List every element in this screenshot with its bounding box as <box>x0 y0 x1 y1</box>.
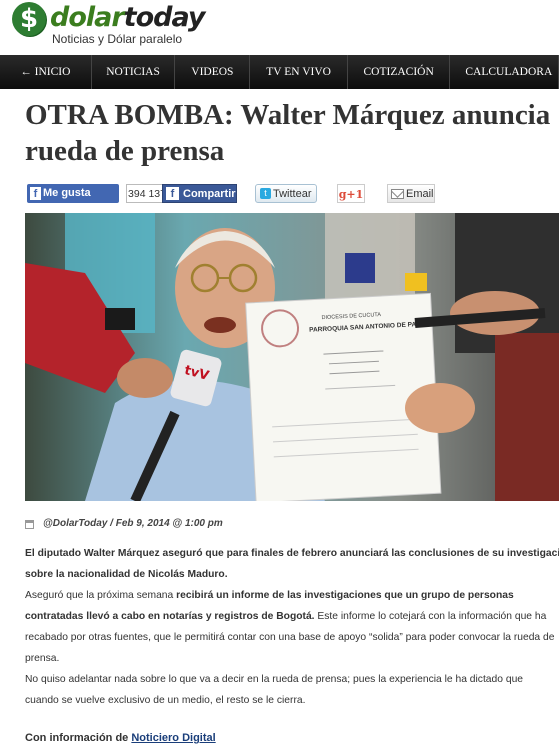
google-plus-button[interactable]: g+1 <box>337 184 365 203</box>
calendar-icon <box>25 520 34 529</box>
source-prefix: Con información de <box>25 732 132 744</box>
facebook-share-button[interactable]: f Compartir <box>162 184 237 203</box>
article-title: OTRA BOMBA: Walter Márquez anuncia rueda… <box>25 99 551 167</box>
main-nav: ← INICIO NOTICIAS VIDEOS TV EN VIVO COTI… <box>0 55 559 89</box>
article-photo: DIOCESIS DE CUCUTA PARROQUIA SAN ANTONIO… <box>25 213 559 501</box>
twitter-bird-icon: t <box>260 188 271 199</box>
byline-date: @DolarToday / Feb 9, 2014 @ 1:00 pm <box>43 518 223 529</box>
lead-text: El diputado Walter Márquez aseguró que p… <box>25 548 559 580</box>
dollar-logo-icon[interactable]: $ <box>12 2 46 36</box>
facebook-icon: f <box>30 187 41 200</box>
site-logo[interactable]: dolartoday <box>50 2 206 33</box>
site-tagline: Noticias y Dólar paralelo <box>52 32 183 46</box>
nav-item-tv-en-vivo[interactable]: TV EN VIVO <box>250 55 348 89</box>
logo-part-today: today <box>123 2 206 33</box>
paragraph-3: No quiso adelantar nada sobre lo que va … <box>25 669 555 711</box>
p2-text-a: Aseguró que la próxima semana <box>25 590 177 601</box>
share-label: Compartir <box>183 188 236 200</box>
nav-item-calculadora[interactable]: CALCULADORA <box>450 55 559 89</box>
press-conference-illustration: DIOCESIS DE CUCUTA PARROQUIA SAN ANTONIO… <box>25 213 559 501</box>
like-label: Me gusta <box>43 187 91 199</box>
logo-part-dolar: dolar <box>50 2 125 33</box>
source-credit: Con información de Noticiero Digital <box>25 732 216 744</box>
article-meta: @DolarToday / Feb 9, 2014 @ 1:00 pm <box>25 518 559 532</box>
paragraph-2: Aseguró que la próxima semana recibirá u… <box>25 585 555 669</box>
paragraph-lead: El diputado Walter Márquez aseguró que p… <box>25 543 559 585</box>
nav-item-inicio[interactable]: ← INICIO <box>0 55 92 89</box>
article-body: El diputado Walter Márquez aseguró que p… <box>25 543 559 711</box>
facebook-icon: f <box>166 187 179 200</box>
nav-item-cotizacion[interactable]: COTIZACIÓN <box>348 55 451 89</box>
email-button[interactable]: Email <box>387 184 435 203</box>
nav-item-videos[interactable]: VIDEOS <box>175 55 251 89</box>
facebook-like-button[interactable]: f Me gusta <box>27 184 119 203</box>
nav-item-noticias[interactable]: NOTICIAS <box>92 55 176 89</box>
share-bar: f Me gusta 394 137 f Compartir t Twittea… <box>25 184 559 204</box>
envelope-icon <box>391 189 404 199</box>
tweet-label: Twittear <box>273 188 312 200</box>
tweet-button[interactable]: t Twittear <box>255 184 317 203</box>
email-label: Email <box>406 188 434 200</box>
site-header: $ dolartoday Noticias y Dólar paralelo <box>0 0 559 54</box>
p3-text: No quiso adelantar nada sobre lo que va … <box>25 674 524 706</box>
source-link[interactable]: Noticiero Digital <box>131 732 215 744</box>
